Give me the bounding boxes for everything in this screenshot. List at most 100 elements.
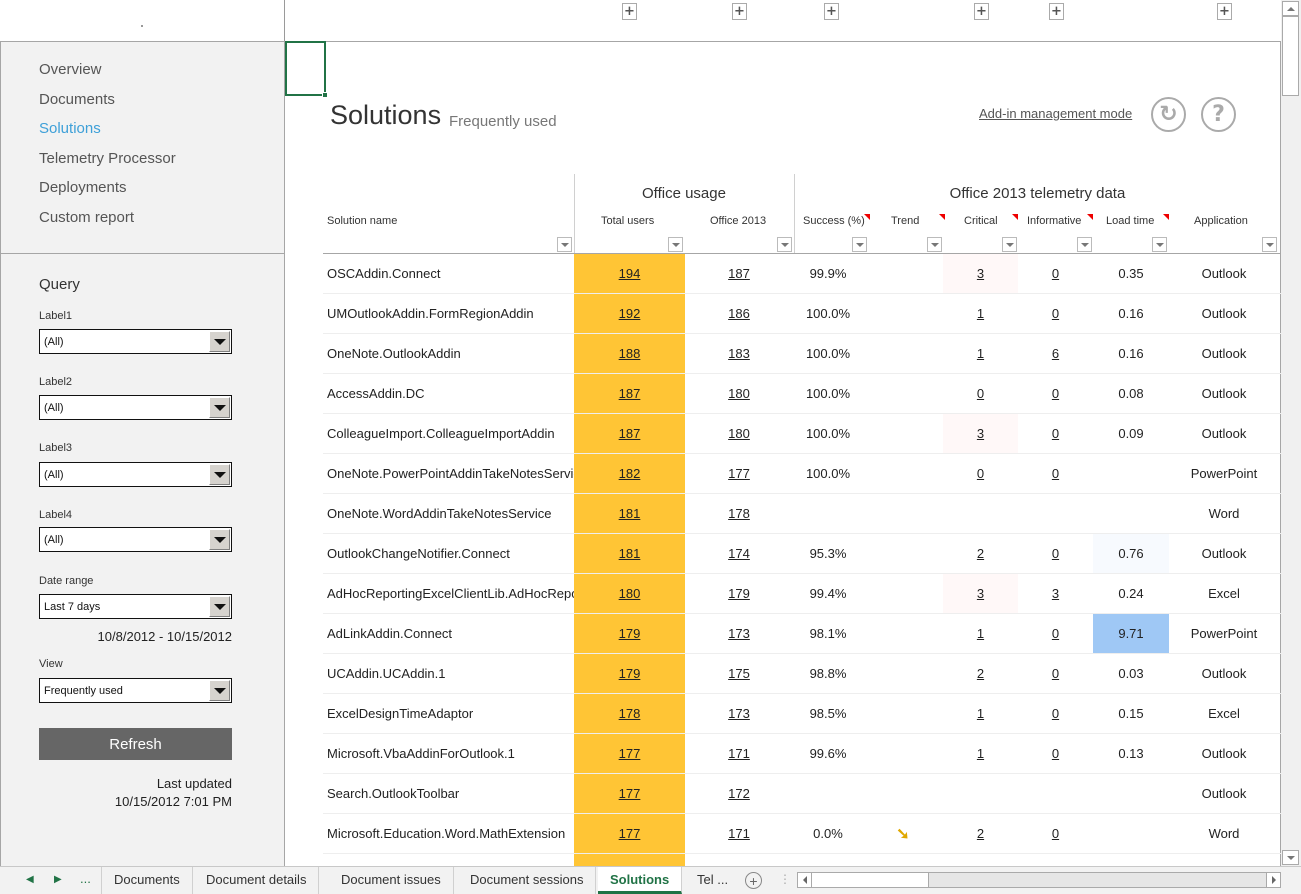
- critical-cell[interactable]: 3: [943, 574, 1018, 613]
- critical-cell-link[interactable]: 3: [977, 586, 984, 601]
- informative-cell[interactable]: 6: [1018, 334, 1093, 373]
- office-2013-cell[interactable]: 183: [685, 334, 793, 373]
- critical-cell-link[interactable]: 1: [977, 746, 984, 761]
- total-users-cell[interactable]: 192: [574, 294, 685, 333]
- vertical-scrollbar[interactable]: [1281, 0, 1301, 866]
- chevron-down-icon[interactable]: [209, 529, 230, 550]
- label2-dropdown[interactable]: (All): [39, 395, 232, 420]
- total-users-cell[interactable]: 188: [574, 334, 685, 373]
- chevron-down-icon[interactable]: [209, 596, 230, 617]
- office-2013-cell-link[interactable]: 172: [728, 786, 750, 801]
- office-2013-cell-link[interactable]: 180: [728, 426, 750, 441]
- refresh-icon[interactable]: ↻: [1151, 97, 1186, 132]
- expand-column-button[interactable]: +: [622, 3, 637, 20]
- total-users-cell-link[interactable]: 179: [619, 666, 641, 681]
- office-2013-cell[interactable]: 187: [685, 254, 793, 293]
- chevron-down-icon[interactable]: [209, 397, 230, 418]
- comment-indicator[interactable]: [1163, 214, 1169, 220]
- view-dropdown[interactable]: Frequently used: [39, 678, 232, 703]
- critical-cell-link[interactable]: 1: [977, 346, 984, 361]
- total-users-cell[interactable]: 180: [574, 574, 685, 613]
- total-users-cell-link[interactable]: 177: [619, 786, 641, 801]
- scroll-thumb[interactable]: [1282, 16, 1299, 96]
- informative-cell[interactable]: 0: [1018, 814, 1093, 853]
- office-2013-cell[interactable]: 179: [685, 574, 793, 613]
- informative-cell[interactable]: 0: [1018, 414, 1093, 453]
- informative-cell-link[interactable]: 3: [1052, 586, 1059, 601]
- office-2013-cell[interactable]: 173: [685, 694, 793, 733]
- tab-documents[interactable]: Documents: [101, 867, 193, 894]
- office-2013-cell[interactable]: 186: [685, 294, 793, 333]
- date-range-dropdown[interactable]: Last 7 days: [39, 594, 232, 619]
- comment-indicator[interactable]: [1087, 214, 1093, 220]
- total-users-cell-link[interactable]: 192: [619, 306, 641, 321]
- help-icon[interactable]: ?: [1201, 97, 1236, 132]
- total-users-cell-link[interactable]: 181: [619, 506, 641, 521]
- total-users-cell-link[interactable]: 194: [619, 266, 641, 281]
- table-row[interactable]: OneNote.WordAddinTakeNotesService 181 178 W…: [323, 494, 1281, 534]
- critical-cell[interactable]: 1: [943, 614, 1018, 653]
- office-2013-cell[interactable]: 180: [685, 374, 793, 413]
- critical-cell-link[interactable]: 0: [977, 386, 984, 401]
- total-users-cell[interactable]: 179: [574, 614, 685, 653]
- office-2013-cell[interactable]: 175: [685, 654, 793, 693]
- office-2013-cell-link[interactable]: 178: [728, 506, 750, 521]
- table-row[interactable]: UMOutlookAddin.FormRegionAddin 192 186 100.…: [323, 294, 1281, 334]
- informative-cell-link[interactable]: 0: [1052, 266, 1059, 281]
- comment-indicator[interactable]: [864, 214, 870, 220]
- office-2013-cell-link[interactable]: 175: [728, 666, 750, 681]
- office-2013-cell-link[interactable]: 180: [728, 386, 750, 401]
- filter-office-2013-button[interactable]: [777, 237, 792, 252]
- total-users-cell-link[interactable]: 187: [619, 386, 641, 401]
- informative-cell-link[interactable]: 0: [1052, 386, 1059, 401]
- informative-cell-link[interactable]: 6: [1052, 346, 1059, 361]
- table-row[interactable]: ExcelDesignTimeAdaptor 178 173 98.5% 1 0 0.15 E…: [323, 694, 1281, 734]
- informative-cell[interactable]: 0: [1018, 654, 1093, 693]
- table-row[interactable]: Microsoft.Education.Word.MathExtension 17…: [323, 814, 1281, 854]
- critical-cell[interactable]: 1: [943, 334, 1018, 373]
- label4-dropdown[interactable]: (All): [39, 527, 232, 552]
- chevron-down-icon[interactable]: [209, 680, 230, 701]
- table-row[interactable]: ColleagueImport.ColleagueImportAddin 187 1…: [323, 414, 1281, 454]
- critical-cell[interactable]: 2: [943, 534, 1018, 573]
- critical-cell-link[interactable]: 1: [977, 306, 984, 321]
- total-users-cell[interactable]: 187: [574, 374, 685, 413]
- office-2013-cell-link[interactable]: 173: [728, 626, 750, 641]
- expand-column-button[interactable]: +: [974, 3, 989, 20]
- office-2013-cell[interactable]: 172: [685, 774, 793, 813]
- hscroll-thumb[interactable]: [812, 873, 929, 887]
- informative-cell[interactable]: 0: [1018, 694, 1093, 733]
- table-row[interactable]: AdLinkAddin.Connect 179 173 98.1% 1 0 9.71 Powe…: [323, 614, 1281, 654]
- informative-cell-link[interactable]: 0: [1052, 306, 1059, 321]
- table-row[interactable]: Search.OutlookToolbar 177 172 Outlook: [323, 774, 1281, 814]
- informative-cell[interactable]: 3: [1018, 574, 1093, 613]
- office-2013-cell-link[interactable]: 173: [728, 706, 750, 721]
- office-2013-cell[interactable]: 178: [685, 494, 793, 533]
- add-sheet-icon[interactable]: +: [745, 872, 762, 889]
- critical-cell[interactable]: 1: [943, 294, 1018, 333]
- total-users-cell-link[interactable]: 179: [619, 626, 641, 641]
- sidebar-item-overview[interactable]: Overview: [39, 59, 176, 89]
- filter-critical-button[interactable]: [1002, 237, 1017, 252]
- total-users-cell-link[interactable]: 178: [619, 706, 641, 721]
- total-users-cell[interactable]: 177: [574, 814, 685, 853]
- splitter-handle[interactable]: ⋮: [779, 872, 791, 886]
- office-2013-cell[interactable]: 174: [685, 534, 793, 573]
- critical-cell[interactable]: 2: [943, 654, 1018, 693]
- scroll-down-button[interactable]: [1282, 850, 1299, 865]
- total-users-cell[interactable]: 181: [574, 494, 685, 533]
- tab-document-issues[interactable]: Document issues: [329, 867, 454, 894]
- critical-cell[interactable]: 0: [943, 374, 1018, 413]
- table-row[interactable]: UCAddin.UCAddin.1 179 175 98.8% 2 0 0.03 Outloo…: [323, 654, 1281, 694]
- critical-cell-link[interactable]: 0: [977, 466, 984, 481]
- table-row[interactable]: OutlookChangeNotifier.Connect 181 174 95.3%…: [323, 534, 1281, 574]
- informative-cell[interactable]: 0: [1018, 374, 1093, 413]
- informative-cell-link[interactable]: 0: [1052, 706, 1059, 721]
- expand-column-button[interactable]: +: [824, 3, 839, 20]
- critical-cell-link[interactable]: 3: [977, 426, 984, 441]
- total-users-cell[interactable]: 194: [574, 254, 685, 293]
- critical-cell-link[interactable]: 1: [977, 706, 984, 721]
- label1-dropdown[interactable]: (All): [39, 329, 232, 354]
- office-2013-cell-link[interactable]: 186: [728, 306, 750, 321]
- critical-cell[interactable]: 3: [943, 254, 1018, 293]
